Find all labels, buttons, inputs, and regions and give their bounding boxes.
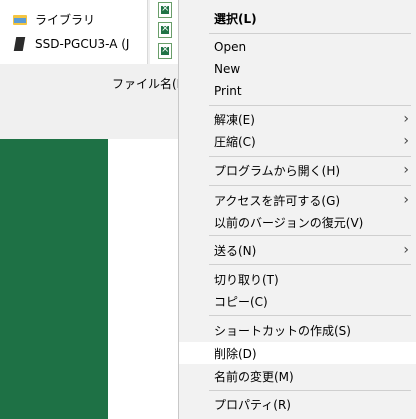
context-menu: 選択(L) Open New Print 解凍(E) › 圧縮(C) › プログラム…	[178, 0, 416, 419]
nav-item-library[interactable]: ライブラリ	[12, 9, 95, 29]
menu-item-compress[interactable]: 圧縮(C) ›	[179, 130, 416, 152]
menu-item-label: 削除(D)	[214, 346, 257, 361]
menu-item-restore-versions[interactable]: 以前のバージョンの復元(V)	[179, 211, 416, 233]
library-folder-icon	[12, 11, 28, 27]
file-list	[150, 0, 180, 64]
menu-separator	[209, 33, 411, 34]
excel-file-icon[interactable]	[158, 2, 172, 18]
excel-file-icon[interactable]	[158, 43, 172, 59]
excel-file-icon[interactable]	[158, 22, 172, 38]
menu-item-rename[interactable]: 名前の変更(M)	[179, 365, 416, 387]
nav-item-label: ライブラリ	[35, 12, 96, 27]
menu-item-label: New	[214, 62, 241, 76]
menu-item-properties[interactable]: プロパティ(R)	[179, 393, 416, 415]
menu-item-label: 送る(N)	[214, 243, 257, 258]
menu-item-label: 名前の変更(M)	[214, 369, 294, 384]
menu-separator	[209, 185, 411, 186]
menu-item-label: 圧縮(C)	[214, 134, 256, 149]
chevron-right-icon: ›	[403, 111, 409, 127]
menu-item-delete[interactable]: 削除(D)	[179, 342, 416, 364]
excel-background-panel	[0, 139, 108, 419]
menu-separator	[209, 105, 411, 106]
menu-item-label: Print	[214, 84, 242, 98]
nav-item-label: SSD-PGCU3-A (J	[35, 37, 130, 51]
menu-item-copy[interactable]: コピー(C)	[179, 290, 416, 312]
drive-icon	[12, 36, 28, 52]
menu-item-open-with[interactable]: プログラムから開く(H) ›	[179, 159, 416, 181]
menu-item-label: 解凍(E)	[214, 112, 255, 127]
menu-item-label: アクセスを許可する(G)	[214, 193, 341, 208]
menu-item-create-shortcut[interactable]: ショートカットの作成(S)	[179, 319, 416, 341]
menu-separator	[209, 235, 411, 236]
menu-item-give-access[interactable]: アクセスを許可する(G) ›	[179, 189, 416, 211]
chevron-right-icon: ›	[403, 192, 409, 208]
chevron-right-icon: ›	[403, 242, 409, 258]
menu-separator	[209, 264, 411, 265]
menu-item-label: 以前のバージョンの復元(V)	[214, 215, 364, 230]
menu-item-label: プロパティ(R)	[214, 397, 291, 412]
menu-item-print[interactable]: Print	[179, 80, 416, 102]
chevron-right-icon: ›	[403, 133, 409, 149]
navigation-pane: ライブラリ SSD-PGCU3-A (J	[0, 0, 148, 64]
menu-separator	[209, 390, 411, 391]
menu-item-label: 選択(L)	[214, 11, 257, 26]
menu-item-label: プログラムから開く(H)	[214, 163, 341, 178]
nav-item-drive[interactable]: SSD-PGCU3-A (J	[12, 34, 129, 54]
menu-item-select[interactable]: 選択(L)	[179, 7, 416, 29]
chevron-right-icon: ›	[403, 162, 409, 178]
menu-item-extract[interactable]: 解凍(E) ›	[179, 108, 416, 130]
menu-item-new[interactable]: New	[179, 58, 416, 80]
menu-separator	[209, 315, 411, 316]
menu-item-label: コピー(C)	[214, 294, 268, 309]
menu-item-send-to[interactable]: 送る(N) ›	[179, 239, 416, 261]
menu-item-label: 切り取り(T)	[214, 272, 279, 287]
menu-item-label: ショートカットの作成(S)	[214, 323, 351, 338]
menu-item-cut[interactable]: 切り取り(T)	[179, 268, 416, 290]
menu-item-open[interactable]: Open	[179, 36, 416, 58]
menu-separator	[209, 156, 411, 157]
menu-item-label: Open	[214, 40, 247, 54]
